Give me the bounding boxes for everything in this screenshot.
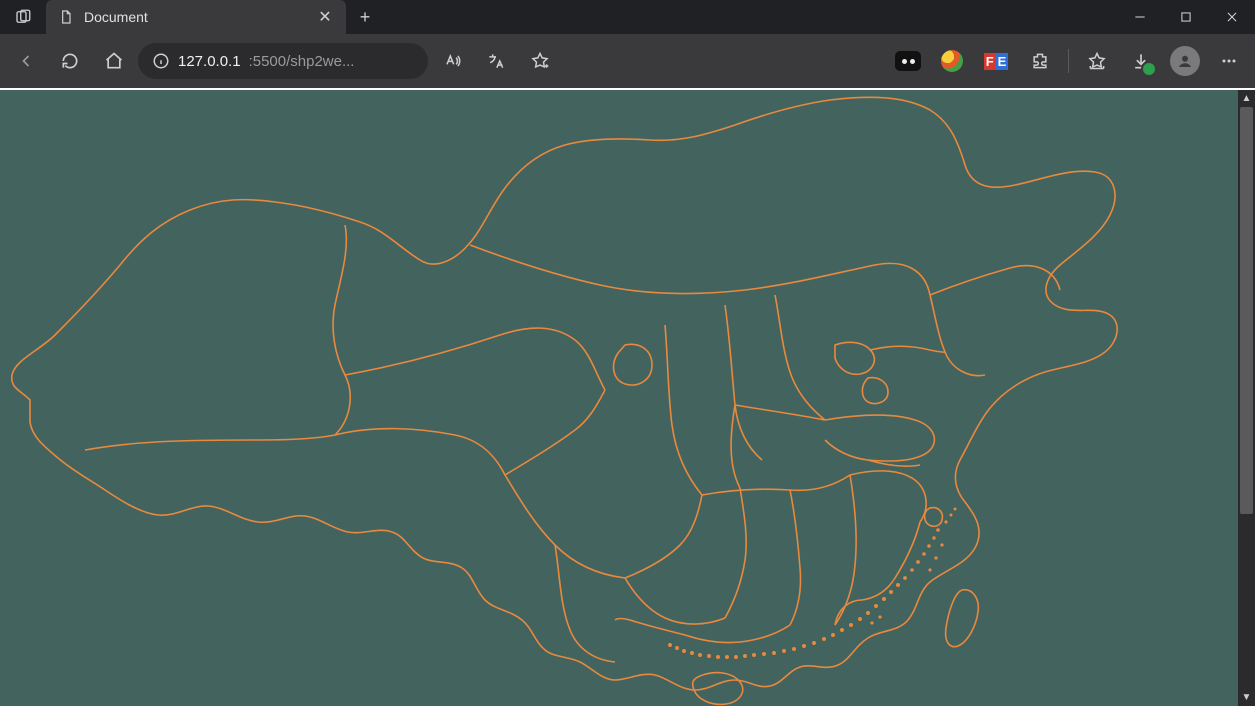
island-hainan	[693, 673, 743, 705]
address-path: :5500/shp2we...	[249, 53, 355, 70]
border-national	[12, 97, 1117, 690]
border-guizhou	[625, 578, 725, 624]
tab-actions-button[interactable]	[0, 0, 46, 34]
window-maximize-button[interactable]	[1163, 0, 1209, 34]
profile-button[interactable]	[1165, 41, 1205, 81]
border-hunan-jiangxi	[790, 490, 801, 625]
scrollbar-up-button[interactable]: ▲	[1238, 90, 1255, 107]
border-tianjin	[862, 378, 888, 404]
back-button[interactable]	[6, 41, 46, 81]
border-beijing	[835, 342, 874, 374]
border-gansu-corridor	[345, 328, 605, 390]
scrollbar-track[interactable]	[1238, 107, 1255, 689]
tab-close-button[interactable]: ✕	[316, 7, 334, 27]
border-gansu-south	[505, 390, 605, 475]
tab-title: Document	[84, 9, 306, 25]
address-bar[interactable]: 127.0.0.1 :5500/shp2we...	[138, 43, 428, 79]
window-close-button[interactable]	[1209, 0, 1255, 34]
toolbar-separator	[1068, 49, 1069, 73]
border-inner-mongolia-south	[470, 245, 930, 295]
downloads-button[interactable]	[1121, 41, 1161, 81]
coastline-speckle	[668, 508, 957, 660]
border-hunan-west	[725, 488, 746, 618]
titlebar-drag-area	[384, 0, 1117, 34]
border-shandong	[825, 415, 934, 461]
translate-button[interactable]	[476, 41, 516, 81]
border-chongqing	[625, 495, 702, 578]
address-host: 127.0.0.1	[178, 53, 241, 70]
border-hubei-north	[702, 475, 850, 495]
ext-fe-helper[interactable]: FE	[976, 41, 1016, 81]
extensions-button[interactable]	[1020, 41, 1060, 81]
avatar-icon	[1170, 46, 1200, 76]
border-anhui-jiangsu	[850, 471, 926, 522]
border-guangdong-north	[685, 625, 790, 643]
border-xinjiang-east	[333, 225, 350, 435]
dark-reader-icon	[895, 51, 921, 71]
ext-dark-reader[interactable]	[888, 41, 928, 81]
border-yunnan-east	[555, 545, 615, 662]
home-button[interactable]	[94, 41, 134, 81]
vertical-scrollbar[interactable]: ▲ ▼	[1238, 90, 1255, 706]
island-taiwan	[946, 590, 979, 647]
page-viewport-wrap: ▲ ▼	[0, 90, 1255, 706]
read-aloud-button[interactable]	[432, 41, 472, 81]
refresh-button[interactable]	[50, 41, 90, 81]
titlebar: Document ✕ +	[0, 0, 1255, 34]
border-jiangxi-east	[835, 475, 856, 625]
site-info-icon	[152, 52, 170, 70]
border-shanghai	[925, 508, 943, 527]
webgl-canvas[interactable]	[0, 90, 1238, 706]
border-qinghai-north	[335, 429, 505, 475]
fe-helper-icon: FE	[983, 48, 1009, 74]
border-fujian-north	[835, 600, 862, 625]
map-svg	[0, 90, 1238, 706]
border-tibet-north	[85, 435, 335, 450]
border-liaoning-hebei	[870, 346, 945, 352]
scrollbar-thumb[interactable]	[1240, 107, 1253, 514]
border-ningxia	[614, 344, 652, 385]
border-heilongjiang-jilin	[930, 266, 1060, 295]
favorites-button[interactable]	[1077, 41, 1117, 81]
colorful-icon	[941, 50, 963, 72]
toolbar-right-group: FE	[888, 41, 1249, 81]
page-icon	[58, 9, 74, 25]
favorite-button[interactable]	[520, 41, 560, 81]
toolbar: 127.0.0.1 :5500/shp2we... FE	[0, 34, 1255, 88]
scrollbar-down-button[interactable]: ▼	[1238, 689, 1255, 706]
border-shaanxi-east	[665, 325, 702, 495]
more-button[interactable]	[1209, 41, 1249, 81]
ext-colorful[interactable]	[932, 41, 972, 81]
border-hebei-west	[775, 295, 825, 420]
border-sichuan	[505, 475, 625, 578]
border-jilin-liaoning	[930, 295, 985, 376]
window-minimize-button[interactable]	[1117, 0, 1163, 34]
active-tab[interactable]: Document ✕	[46, 0, 346, 34]
border-zhejiang	[862, 522, 920, 600]
new-tab-button[interactable]: +	[346, 0, 384, 34]
border-henan	[731, 405, 825, 488]
